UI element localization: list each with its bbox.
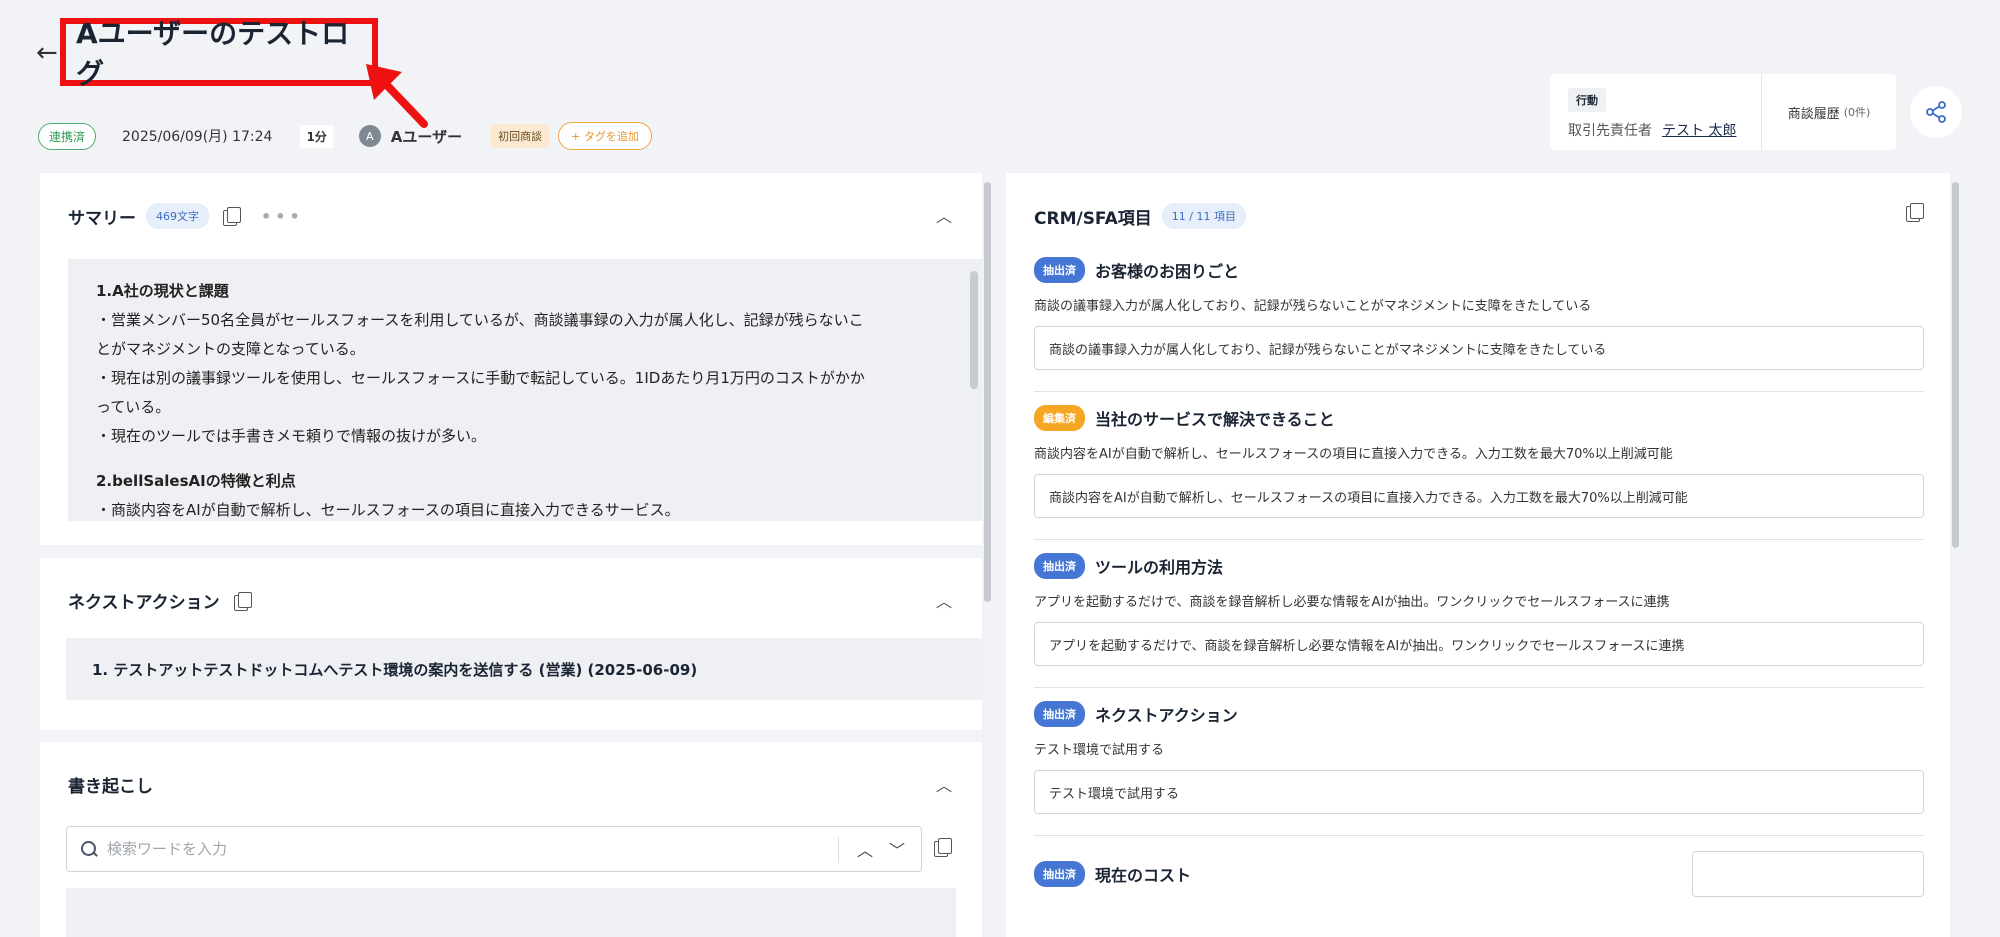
copy-icon[interactable] [233, 591, 252, 611]
owner-row: 取引先責任者 テスト 太郎 [1568, 120, 1743, 140]
red-arrow-annotation [366, 64, 428, 128]
crm-count-badge: 11 / 11 項目 [1161, 203, 1246, 229]
collapse-chevron-icon[interactable]: ︿ [936, 203, 952, 227]
summary-title: サマリー [68, 208, 136, 229]
meeting-datetime: 2025/06/09(月) 17:24 [122, 129, 273, 145]
avatar: A [358, 125, 381, 147]
transcript-panel: 書き起こし ︿ ︿ ﹀ [40, 742, 982, 937]
crm-item-label: お客様のお困りごと [1095, 262, 1240, 281]
crm-item: 編集済 当社のサービスで解決できること 商談内容をAIが自動で解析し、セールスフ… [1034, 405, 1924, 518]
status-badge: 抽出済 [1034, 861, 1085, 887]
add-tag-button[interactable]: + タグを追加 [558, 122, 652, 150]
summary-line: ・現在は別の議事録ツールを使用し、セールスフォースに手動で転記している。1IDあ… [96, 369, 865, 387]
summary-line: とがマネジメントの支障となっている。 [96, 340, 365, 358]
duration-badge: 1分 [300, 124, 333, 148]
chevron-up-icon[interactable]: ︿ [857, 837, 873, 861]
next-action-header: ネクストアクション [68, 588, 252, 613]
crm-item-label: ツールの利用方法 [1095, 558, 1224, 577]
right-scrollbar[interactable] [1952, 182, 1959, 548]
summary-line: ・商談内容をAIが自動で解析し、セールスフォースの項目に直接入力できるサービス。 [96, 501, 680, 519]
divider [838, 837, 839, 863]
page-title: Aユーザーのテストログ [76, 17, 350, 90]
owner-name-link[interactable]: テスト 太郎 [1662, 123, 1736, 139]
crm-header: CRM/SFA項目 11 / 11 項目 [1034, 203, 1246, 229]
next-action-item: 1. テストアットテストドットコムへテスト環境の案内を送信する (営業) (20… [66, 638, 984, 700]
divider [1034, 687, 1924, 688]
summary-section1-title: 1.A社の現状と課題 [96, 282, 229, 300]
status-badge: 連携済 [38, 122, 97, 150]
crm-item-label: 現在のコスト [1095, 866, 1192, 885]
crm-item-desc: アプリを起動するだけで、商談を録音解析し必要な情報をAIが抽出。ワンクリックでセ… [1034, 595, 1670, 610]
copy-icon[interactable] [1906, 203, 1924, 222]
divider [1034, 391, 1924, 392]
crm-item-label: 当社のサービスで解決できること [1095, 410, 1335, 429]
history-button[interactable]: 商談履歴 (0件) [1762, 74, 1896, 150]
chevron-down-icon[interactable]: ﹀ [889, 837, 905, 861]
collapse-chevron-icon[interactable]: ︿ [936, 772, 952, 796]
crm-item-desc: 商談の議事録入力が属人化しており、記録が残らないことがマネジメントに支障をきたし… [1034, 299, 1592, 314]
transcript-body [66, 888, 956, 937]
summary-line: ・現在のツールでは手書きメモ頼りで情報の抜けが多い。 [96, 427, 487, 445]
crm-title: CRM/SFA項目 [1034, 208, 1152, 229]
transcript-header: 書き起こし [68, 772, 153, 797]
crm-item-field[interactable]: テスト環境で試用する [1034, 770, 1924, 814]
char-count-badge: 469文字 [146, 203, 209, 229]
crm-item-desc: テスト環境で試用する [1034, 743, 1165, 758]
owner-card: 行動 取引先責任者 テスト 太郎 商談履歴 (0件) [1550, 74, 1896, 150]
copy-icon[interactable] [934, 838, 952, 857]
share-button[interactable] [1910, 86, 1962, 138]
collapse-chevron-icon[interactable]: ︿ [936, 588, 952, 612]
crm-item-label: ネクストアクション [1095, 706, 1238, 725]
status-badge: 抽出済 [1034, 553, 1085, 579]
divider [1034, 835, 1924, 836]
summary-panel: サマリー 469文字 ••• ︿ 1.A社の現状と課題 ・営業メンバー50名全員… [40, 173, 982, 545]
crm-item-field[interactable]: 商談の議事録入力が属人化しており、記録が残らないことがマネジメントに支障をきたし… [1034, 326, 1924, 370]
share-icon [1926, 101, 1946, 123]
tag-first-meeting[interactable]: 初回商談 [490, 124, 551, 148]
divider [1034, 539, 1924, 540]
history-label: 商談履歴 [1787, 106, 1840, 122]
crm-panel: CRM/SFA項目 11 / 11 項目 抽出済 お客様のお困りごと 商談の議事… [1006, 173, 1950, 937]
status-badge: 抽出済 [1034, 701, 1085, 727]
search-icon [81, 841, 97, 857]
copy-icon[interactable] [223, 207, 241, 226]
search-input[interactable] [107, 840, 807, 858]
next-action-title: ネクストアクション [68, 593, 220, 613]
crm-item: 抽出済 ツールの利用方法 アプリを起動するだけで、商談を録音解析し必要な情報をA… [1034, 553, 1924, 666]
summary-scrollbar[interactable] [970, 271, 978, 389]
crm-item-desc: 商談内容をAIが自動で解析し、セールスフォースの項目に直接入力できる。入力工数を… [1034, 447, 1673, 462]
summary-line: ・営業メンバー50名全員がセールスフォースを利用しているが、商談議事録の入力が属… [96, 311, 864, 329]
meta-row: 連携済 2025/06/09(月) 17:24 1分 A Aユーザー 初回商談 … [38, 121, 652, 151]
crm-item: 抽出済 ネクストアクション テスト環境で試用する テスト環境で試用する [1034, 701, 1924, 814]
next-action-panel: ネクストアクション ︿ 1. テストアットテストドットコムへテスト環境の案内を送… [40, 558, 984, 730]
summary-line: っている。 [96, 398, 171, 416]
owner-label: 取引先責任者 [1568, 123, 1652, 139]
crm-item-field[interactable]: 商談内容をAIが自動で解析し、セールスフォースの項目に直接入力できる。入力工数を… [1034, 474, 1924, 518]
transcript-title: 書き起こし [68, 777, 153, 797]
summary-body: 1.A社の現状と課題 ・営業メンバー50名全員がセールスフォースを利用しているが… [68, 259, 982, 521]
summary-section2-title: 2.bellSalesAIの特徴と利点 [96, 472, 296, 490]
crm-item-field[interactable] [1692, 851, 1924, 897]
title-highlight-box: Aユーザーのテストログ [60, 17, 378, 90]
crm-item-field[interactable]: アプリを起動するだけで、商談を録音解析し必要な情報をAIが抽出。ワンクリックでセ… [1034, 622, 1924, 666]
transcript-search: ︿ ﹀ [66, 826, 922, 872]
more-dots-icon[interactable]: ••• [261, 207, 304, 226]
history-count: (0件) [1843, 106, 1871, 119]
left-scrollbar[interactable] [984, 182, 991, 602]
status-badge: 編集済 [1034, 405, 1085, 431]
action-tag: 行動 [1568, 88, 1606, 112]
user-name: Aユーザー [390, 127, 463, 146]
status-badge: 抽出済 [1034, 257, 1085, 283]
crm-item: 抽出済 お客様のお困りごと 商談の議事録入力が属人化しており、記録が残らないこと… [1034, 257, 1924, 370]
back-arrow-icon[interactable]: ← [36, 38, 58, 68]
owner-section: 行動 取引先責任者 テスト 太郎 [1550, 74, 1762, 150]
summary-header: サマリー 469文字 ••• [68, 203, 304, 229]
